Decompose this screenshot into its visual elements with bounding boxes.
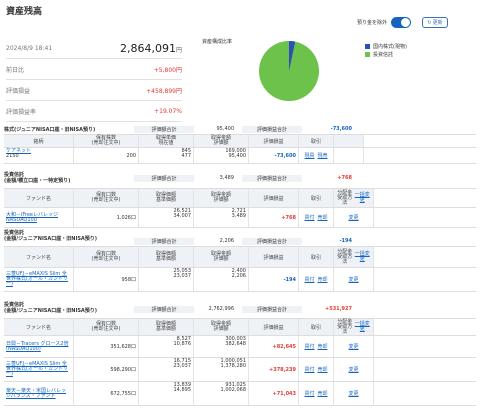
buy-link[interactable]: 買付: [304, 214, 314, 221]
buy-link[interactable]: 現買: [304, 152, 314, 159]
change-link[interactable]: 変更: [348, 276, 358, 283]
change-link[interactable]: 変更: [348, 214, 358, 221]
fund-name-link[interactable]: 楽天－楽天・米国レバレッジバランス・ファンド: [6, 388, 71, 399]
table-row: 日興－Tracers グロース2倍(NASDAQ100) 351,628口 8,…: [4, 336, 476, 358]
sell-link[interactable]: 売却: [318, 366, 328, 373]
allocation-pie: [259, 40, 319, 101]
sell-link[interactable]: 売却: [318, 390, 328, 397]
page-title: 資産残高: [6, 7, 43, 17]
fund3-summary: 評価額合計 2,762,996 評価損益合計 +531,927: [4, 305, 476, 313]
buy-link[interactable]: 買付: [304, 343, 314, 350]
fund1-table: ファンド名 保有口数 (売却注文中) 取得価額 基準価額 取得金額 評価額 評価損益 …: [4, 188, 476, 228]
refresh-icon: ↻: [427, 19, 432, 26]
fund3-table: ファンド名 保有口数 (売却注文中) 取得価額 基準価額 取得金額 評価額 評価損益 …: [4, 318, 476, 406]
refresh-label: 更新: [432, 20, 443, 26]
pie-title: 資産構成比率: [202, 39, 233, 45]
exclude-deposit-toggle[interactable]: [391, 17, 412, 28]
table-row: ケアネット 2150 200 845 477 169,000 95,400 -73,6…: [4, 148, 476, 164]
change-link[interactable]: 変更: [348, 390, 358, 397]
fund2-summary: 評価額合計 2,206 評価損益合計 -194: [4, 237, 476, 245]
table-row: 三菱UFJ－eMAXIS Slim 全世界株式(オール・カントリー) 958口 …: [4, 268, 476, 292]
sell-link[interactable]: 売却: [318, 276, 328, 283]
summary-panel: 2024/8/9 18:41 2,864,091円 前日比 +5,800円 評価損…: [6, 38, 182, 122]
refresh-button[interactable]: ↻ 更新: [422, 17, 448, 28]
exclude-deposit-label: 預り金を除外: [357, 20, 388, 26]
table-row: 大和－iFreeレバレッジ NASDAQ100 1,026口 26,521 34,…: [4, 208, 476, 228]
fund-name-link[interactable]: 大和－iFreeレバレッジ NASDAQ100: [6, 212, 71, 223]
summary-row: 前日比 +5,800円: [6, 59, 182, 80]
buy-link[interactable]: 買付: [304, 276, 314, 283]
stocks-table: 銘柄 保有株数 (売却注文中) 取得単価 現在値 取得金額 評価額 評価損益 取引 ケ…: [4, 134, 476, 164]
as-of-date: 2024/8/9 18:41: [6, 44, 53, 52]
total-row: 2024/8/9 18:41 2,864,091円: [6, 38, 182, 59]
sell-link[interactable]: 売却: [318, 214, 328, 221]
summary-row: 評価損益 +458,899円: [6, 80, 182, 101]
buy-link[interactable]: 買付: [304, 390, 314, 397]
fund-name-link[interactable]: 三菱UFJ－eMAXIS Slim 全世界株式(オール・カントリー): [6, 362, 71, 377]
fund2-table: ファンド名 保有口数 (売却注文中) 取得価額 基準価額 取得金額 評価額 評価損益 …: [4, 246, 476, 292]
fund-name-link[interactable]: 日興－Tracers グロース2倍(NASDAQ100): [6, 341, 71, 352]
exclude-deposit-toggle-wrap: 預り金を除外: [357, 17, 412, 28]
fund1-summary: 評価額合計 3,489 評価損益合計 +768: [4, 174, 476, 182]
sell-link[interactable]: 売却: [318, 343, 328, 350]
total-value: 2,864,091円: [120, 41, 182, 55]
fund-name-link[interactable]: 三菱UFJ－eMAXIS Slim 全世界株式(オール・カントリー): [6, 272, 71, 287]
table-row: 三菱UFJ－eMAXIS Slim 全世界株式(オール・カントリー) 598,2…: [4, 358, 476, 382]
summary-row: 評価損益率 +19.07%: [6, 101, 182, 122]
change-link[interactable]: 変更: [348, 366, 358, 373]
stocks-section: 評価額合計 95,400 評価損益合計 -73,600: [4, 125, 476, 133]
buy-link[interactable]: 買付: [304, 366, 314, 373]
table-row: 楽天－楽天・米国レバレッジバランス・ファンド 672,755口 13,839 14…: [4, 382, 476, 406]
sell-link[interactable]: 現売: [318, 152, 328, 159]
pie-legend: 国内株式(現物) 投資信託: [365, 42, 407, 58]
change-link[interactable]: 変更: [348, 343, 358, 350]
